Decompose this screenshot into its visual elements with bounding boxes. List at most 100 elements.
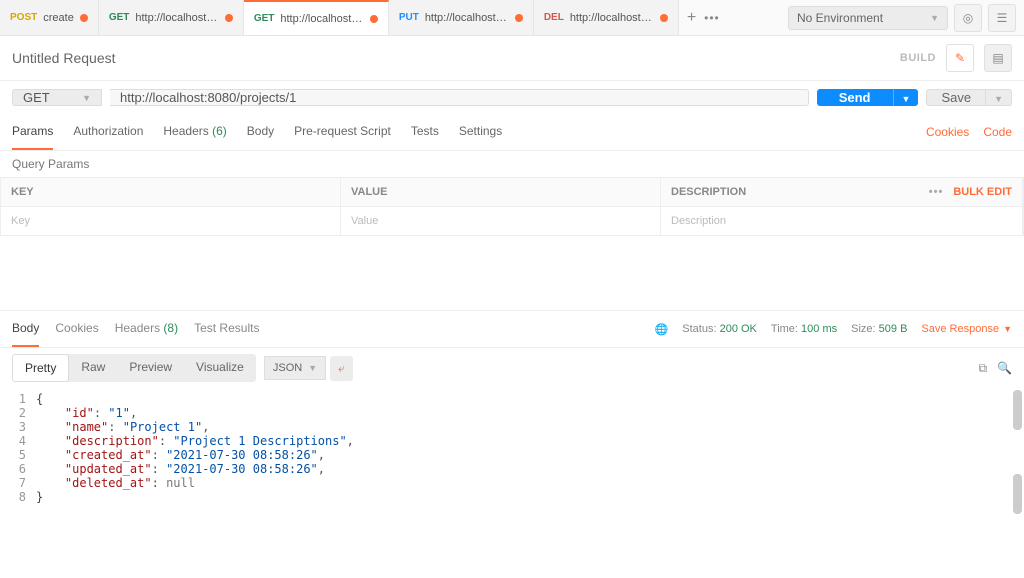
- search-button[interactable]: 🔍: [997, 361, 1012, 376]
- view-preview[interactable]: Preview: [117, 354, 184, 382]
- code-link[interactable]: Code: [983, 125, 1012, 139]
- tab-1[interactable]: GET http://localhost:80...: [99, 0, 244, 35]
- pencil-icon: ✎: [955, 51, 965, 65]
- tab-strip: POST create GET http://localhost:80... G…: [0, 0, 780, 35]
- send-dropdown[interactable]: ▼: [893, 89, 919, 106]
- build-label: BUILD: [900, 52, 936, 64]
- environment-settings-button[interactable]: ☰: [988, 4, 1016, 32]
- code-content: "deleted_at": null: [36, 476, 195, 490]
- send-button[interactable]: Send: [817, 89, 893, 106]
- tab-4[interactable]: DEL http://localhost:80...: [534, 0, 679, 35]
- view-pretty[interactable]: Pretty: [12, 354, 69, 382]
- environment-dropdown[interactable]: No Environment ▼: [788, 6, 948, 30]
- viewer-bar: Pretty Raw Preview Visualize JSON ▼ ⤶ ⧉ …: [0, 348, 1024, 388]
- bulk-edit-link[interactable]: Bulk Edit: [953, 186, 1012, 198]
- save-button[interactable]: Save: [926, 89, 986, 106]
- eye-icon: ◎: [963, 11, 973, 25]
- response-code[interactable]: 1{2 "id": "1",3 "name": "Project 1",4 "d…: [0, 388, 1024, 516]
- http-method-select[interactable]: GET ▼: [12, 89, 102, 106]
- method-badge: GET: [254, 13, 275, 24]
- tabs-overflow-button[interactable]: •••: [704, 11, 720, 25]
- code-content: "updated_at": "2021-07-30 08:58:26",: [36, 462, 325, 476]
- edit-button[interactable]: ✎: [946, 44, 974, 72]
- url-input[interactable]: [110, 89, 809, 106]
- tab-prerequest[interactable]: Pre-request Script: [294, 114, 391, 150]
- unsaved-dot-icon: [515, 14, 523, 22]
- method-badge: POST: [10, 12, 37, 23]
- top-bar: POST create GET http://localhost:80... G…: [0, 0, 1024, 36]
- copy-button[interactable]: ⧉: [978, 361, 987, 376]
- view-visualize[interactable]: Visualize: [184, 354, 256, 382]
- tab-2[interactable]: GET http://localhost:80...: [244, 0, 389, 35]
- chevron-down-icon: ▼: [902, 94, 911, 104]
- response-tab-headers[interactable]: Headers (8): [115, 311, 178, 347]
- response-tab-test-results[interactable]: Test Results: [194, 311, 259, 347]
- code-line: 4 "description": "Project 1 Descriptions…: [12, 434, 1012, 448]
- response-tab-cookies[interactable]: Cookies: [55, 311, 98, 347]
- param-value-input[interactable]: Value: [341, 207, 661, 235]
- url-bar: GET ▼ Send ▼ Save ▼: [0, 81, 1024, 114]
- line-number: 5: [12, 448, 36, 462]
- response-tab-body[interactable]: Body: [12, 311, 39, 347]
- code-content: "created_at": "2021-07-30 08:58:26",: [36, 448, 325, 462]
- response-meta: 🌐 Status: 200 OK Time: 100 ms Size: 509 …: [655, 323, 1012, 336]
- chevron-down-icon: ▼: [930, 13, 939, 23]
- status-value: 200 OK: [720, 323, 757, 335]
- unsaved-dot-icon: [660, 14, 668, 22]
- scrollbar-thumb[interactable]: [1013, 390, 1022, 430]
- col-description: DESCRIPTION ••• Bulk Edit: [661, 178, 1023, 206]
- method-badge: PUT: [399, 12, 419, 23]
- save-response-dropdown[interactable]: Save Response ▼: [921, 323, 1012, 335]
- tab-headers[interactable]: Headers (6): [163, 114, 226, 150]
- tab-params[interactable]: Params: [12, 114, 53, 150]
- tab-label: http://localhost:80...: [280, 13, 363, 25]
- size-value: 509 B: [879, 323, 908, 335]
- comment-button[interactable]: ▤: [984, 44, 1012, 72]
- code-content: "id": "1",: [36, 406, 137, 420]
- method-value: GET: [23, 90, 50, 105]
- cookies-link[interactable]: Cookies: [926, 125, 969, 139]
- new-tab-button[interactable]: +: [687, 9, 696, 27]
- line-number: 4: [12, 434, 36, 448]
- code-content: "description": "Project 1 Descriptions",: [36, 434, 354, 448]
- code-line: 2 "id": "1",: [12, 406, 1012, 420]
- code-line: 6 "updated_at": "2021-07-30 08:58:26",: [12, 462, 1012, 476]
- comment-icon: ▤: [992, 51, 1003, 65]
- line-number: 2: [12, 406, 36, 420]
- col-value: VALUE: [341, 178, 661, 206]
- params-table: KEY VALUE DESCRIPTION ••• Bulk Edit Key …: [0, 177, 1024, 236]
- tab-tests[interactable]: Tests: [411, 114, 439, 150]
- sliders-icon: ☰: [997, 11, 1008, 25]
- code-line: 1{: [12, 392, 1012, 406]
- param-desc-input[interactable]: Description: [661, 207, 1023, 235]
- line-number: 7: [12, 476, 36, 490]
- request-title: Untitled Request: [12, 50, 116, 66]
- tab-0[interactable]: POST create: [0, 0, 99, 35]
- code-content: "name": "Project 1",: [36, 420, 209, 434]
- tab-body[interactable]: Body: [247, 114, 274, 150]
- wrap-lines-button[interactable]: ⤶: [330, 356, 353, 381]
- tab-extras: + •••: [679, 0, 728, 35]
- tab-settings[interactable]: Settings: [459, 114, 502, 150]
- save-label: Save: [941, 90, 971, 105]
- tab-3[interactable]: PUT http://localhost:80...: [389, 0, 534, 35]
- request-tabs: Params Authorization Headers (6) Body Pr…: [0, 114, 1024, 151]
- wrap-icon: ⤶: [338, 361, 345, 375]
- line-number: 6: [12, 462, 36, 476]
- scrollbar-thumb[interactable]: [1013, 474, 1022, 514]
- save-dropdown[interactable]: ▼: [986, 89, 1012, 106]
- tab-authorization[interactable]: Authorization: [73, 114, 143, 150]
- params-new-row[interactable]: Key Value Description: [1, 207, 1023, 235]
- environment-label: No Environment: [797, 11, 883, 25]
- unsaved-dot-icon: [225, 14, 233, 22]
- environment-preview-button[interactable]: ◎: [954, 4, 982, 32]
- lang-select[interactable]: JSON ▼: [264, 356, 326, 380]
- line-number: 1: [12, 392, 36, 406]
- param-key-input[interactable]: Key: [1, 207, 341, 235]
- globe-icon[interactable]: 🌐: [655, 323, 669, 336]
- view-raw[interactable]: Raw: [69, 354, 117, 382]
- line-number: 3: [12, 420, 36, 434]
- tab-label: http://localhost:80...: [570, 12, 654, 24]
- unsaved-dot-icon: [80, 14, 88, 22]
- column-options-button[interactable]: •••: [929, 186, 944, 198]
